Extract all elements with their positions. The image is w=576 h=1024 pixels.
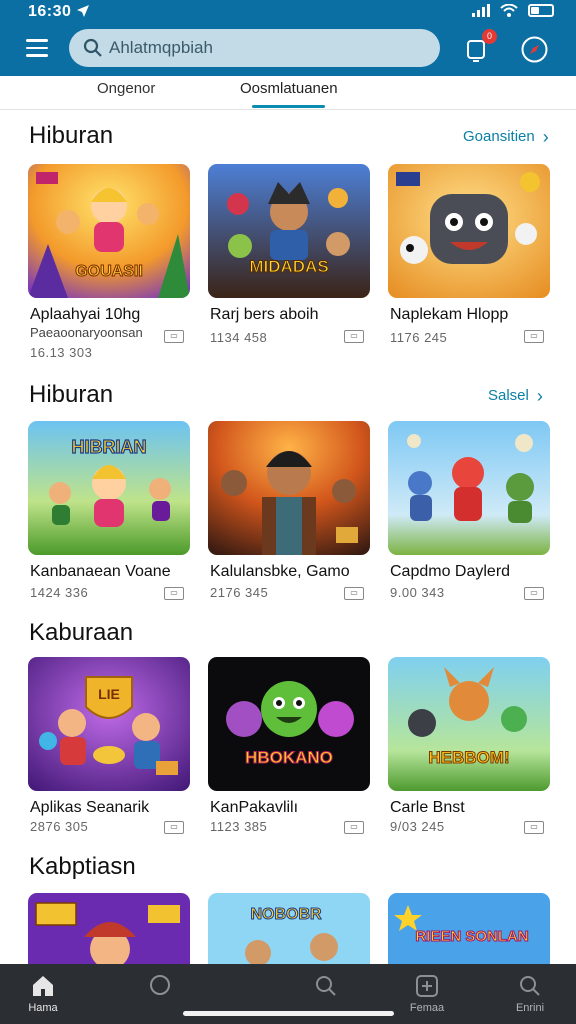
card-subtitle: Paeaoonaryoonsan bbox=[30, 325, 143, 340]
tab-bar: Ongenor Oosmlatuanen bbox=[0, 76, 576, 110]
chevron-right-icon: › bbox=[542, 126, 549, 147]
card-title: Capdmo Daylerd bbox=[390, 563, 511, 580]
section-title: Kabptiasn bbox=[29, 853, 136, 880]
app-card[interactable]: Kalulansbke, Gamo 2176 345 ▭ bbox=[208, 421, 370, 601]
notification-badge: 0 bbox=[482, 29, 497, 44]
card-stats: 1176 245 bbox=[390, 330, 448, 345]
search-input[interactable] bbox=[109, 37, 429, 59]
app-thumbnail bbox=[208, 421, 370, 555]
card-badge-icon: ▭ bbox=[524, 821, 544, 834]
section-title: Hiburan bbox=[29, 122, 114, 149]
card-badge-icon: ▭ bbox=[164, 587, 184, 600]
card-stats: 1123 385 bbox=[210, 819, 268, 834]
card-stats: 1424 336 bbox=[30, 585, 89, 600]
app-header: 16:30 0 bbox=[0, 0, 576, 76]
active-tab-indicator bbox=[252, 105, 325, 108]
wifi-icon bbox=[500, 4, 518, 17]
app-card[interactable]: HBOKANO KanPakavlilı 1123 385 ▭ bbox=[208, 657, 370, 837]
home-indicator bbox=[183, 1011, 394, 1016]
status-icons bbox=[472, 4, 554, 17]
card-title: Kanbanaean Voane bbox=[30, 563, 171, 580]
card-badge-icon: ▭ bbox=[164, 821, 184, 834]
card-art-text: MIDADAS bbox=[249, 257, 328, 276]
app-card[interactable]: GOUASII Aplaahyai 10hg Paeaoonaryoonsan … bbox=[28, 164, 190, 360]
card-art-text: RIEEN SONLAN bbox=[415, 928, 528, 945]
status-time: 16:30 bbox=[28, 3, 72, 20]
card-art-text: NOBOBR bbox=[250, 906, 322, 923]
card-stats: 2176 345 bbox=[210, 585, 269, 600]
card-badge-icon: ▭ bbox=[524, 587, 544, 600]
app-thumbnail bbox=[388, 164, 550, 298]
card-title: KanPakavlilı bbox=[210, 799, 299, 816]
chevron-right-icon: › bbox=[536, 385, 543, 406]
nav-label: Femaa bbox=[409, 1002, 445, 1014]
location-arrow-icon bbox=[76, 4, 90, 23]
app-card[interactable]: HEBBOM! Carle Bnst 9/03 245 ▭ bbox=[388, 657, 550, 837]
card-badge-icon: ▭ bbox=[524, 330, 544, 343]
see-all-label: Goansitien bbox=[463, 128, 535, 145]
app-card[interactable]: Naplekam Hlopp 1176 245 ▭ bbox=[388, 164, 550, 345]
see-all-link[interactable]: Goansitien › bbox=[463, 126, 549, 147]
card-art-text: GOUASII bbox=[75, 263, 143, 280]
see-all-label: Salsel bbox=[488, 387, 529, 404]
app-card[interactable]: LIE Aplikas Seanarik 2876 305 ▭ bbox=[28, 657, 190, 837]
card-stats: 2876 305 bbox=[30, 819, 89, 834]
signal-icon bbox=[472, 4, 490, 17]
card-art-text: HIBRIAN bbox=[72, 437, 147, 457]
card-badge-icon: ▭ bbox=[344, 330, 364, 343]
nav-home[interactable]: Hama bbox=[3, 964, 83, 1024]
app-card[interactable]: Capdmo Daylerd 9.00 343 ▭ bbox=[388, 421, 550, 601]
card-art-text: LIE bbox=[98, 686, 120, 702]
tab-ongenor[interactable]: Ongenor bbox=[97, 80, 155, 97]
app-thumbnail: HIBRIAN bbox=[28, 421, 190, 555]
tab-oosmlatuanen[interactable]: Oosmlatuanen bbox=[240, 80, 338, 97]
card-badge-icon: ▭ bbox=[344, 821, 364, 834]
section-title: Hiburan bbox=[29, 381, 114, 408]
card-title: Aplaahyai 10hg bbox=[30, 306, 141, 323]
card-title: Aplikas Seanarik bbox=[30, 799, 150, 816]
card-title: Carle Bnst bbox=[390, 799, 465, 816]
app-thumbnail: HBOKANO bbox=[208, 657, 370, 791]
nav-label: Hama bbox=[28, 1002, 58, 1014]
compass-icon bbox=[521, 36, 548, 63]
search-icon bbox=[83, 38, 102, 57]
add-icon bbox=[416, 975, 438, 997]
app-card[interactable]: MIDADAS Rarj bers aboih 1134 458 ▭ bbox=[208, 164, 370, 345]
card-title: Kalulansbke, Gamo bbox=[210, 563, 350, 580]
card-art-text: HBOKANO bbox=[245, 748, 333, 767]
see-all-link[interactable]: Salsel › bbox=[488, 385, 543, 406]
status-bar: 16:30 bbox=[0, 0, 576, 24]
search-icon bbox=[316, 976, 336, 996]
explore-button[interactable] bbox=[521, 36, 548, 63]
card-stats: 16.13 303 bbox=[30, 345, 93, 360]
home-icon bbox=[33, 976, 53, 996]
search-bar[interactable] bbox=[69, 29, 440, 67]
chat-icon bbox=[150, 975, 170, 995]
app-thumbnail: MIDADAS bbox=[208, 164, 370, 298]
app-card[interactable]: HIBRIAN Kanbanaean Voane 1424 336 ▭ bbox=[28, 421, 190, 601]
app-thumbnail: GOUASII bbox=[28, 164, 190, 298]
search-icon bbox=[520, 976, 540, 996]
card-stats: 1134 458 bbox=[210, 330, 268, 345]
menu-button[interactable] bbox=[26, 39, 50, 59]
card-badge-icon: ▭ bbox=[164, 330, 184, 343]
nav-add[interactable]: Femaa bbox=[387, 964, 467, 1024]
section-title: Kaburaan bbox=[29, 619, 134, 646]
card-title: Rarj bers aboih bbox=[210, 306, 319, 323]
card-stats: 9.00 343 bbox=[390, 585, 445, 600]
card-badge-icon: ▭ bbox=[344, 587, 364, 600]
card-art-text: HEBBOM! bbox=[428, 748, 509, 767]
nav-label: Enrini bbox=[515, 1002, 545, 1014]
nav-explore[interactable]: Enrini bbox=[490, 964, 570, 1024]
app-thumbnail: HEBBOM! bbox=[388, 657, 550, 791]
battery-icon bbox=[528, 4, 554, 17]
app-thumbnail bbox=[388, 421, 550, 555]
app-thumbnail: LIE bbox=[28, 657, 190, 791]
card-stats: 9/03 245 bbox=[390, 819, 445, 834]
card-title: Naplekam Hlopp bbox=[390, 306, 509, 323]
